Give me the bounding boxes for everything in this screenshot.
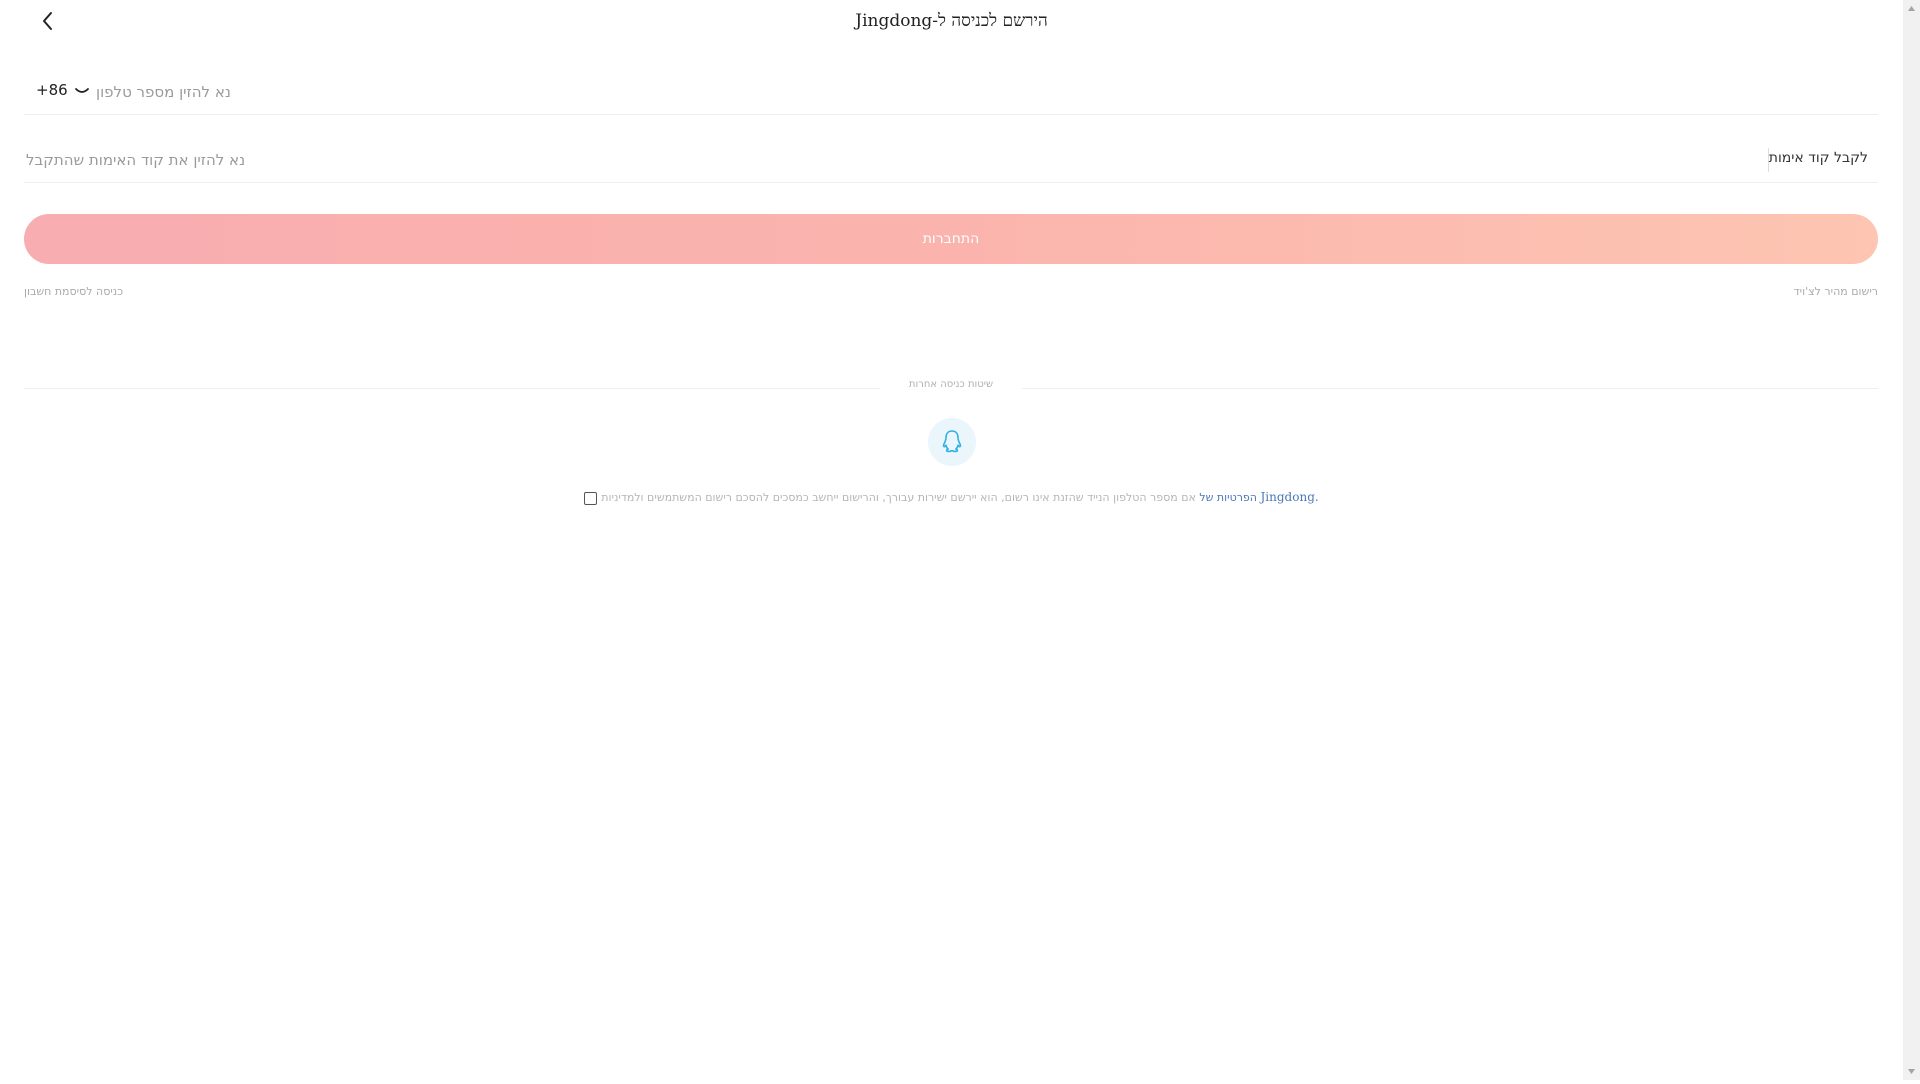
scroll-down-arrow-icon[interactable]	[1903, 1063, 1920, 1080]
agreement-prefix: אם מספר הטלפון הנייד שהזנת אינו רשום, הו…	[601, 491, 1196, 504]
chevron-down-icon[interactable]	[74, 84, 90, 100]
code-field-row: לקבל קוד אימות	[24, 138, 1878, 183]
phone-field-row: +86	[24, 70, 1878, 115]
scroll-up-arrow-icon[interactable]	[1903, 0, 1920, 17]
divider-line-right	[1022, 388, 1878, 389]
account-password-link[interactable]: כניסה לסיסמת חשבון	[24, 285, 123, 298]
get-code-button[interactable]: לקבל קוד אימות	[1769, 150, 1868, 166]
other-methods-label: שיטות כניסה אחרות	[908, 379, 994, 390]
login-button[interactable]: התחברות	[24, 214, 1878, 264]
brand-link[interactable]: Jingdong.	[1261, 490, 1319, 504]
qq-penguin-icon	[942, 430, 962, 453]
country-code-selector[interactable]: +86	[36, 81, 68, 99]
scrollbar-thumb[interactable]	[1905, 17, 1918, 1063]
verification-code-input[interactable]	[24, 144, 1728, 176]
divider-line-left	[24, 388, 880, 389]
qq-login-button[interactable]	[928, 418, 976, 466]
agreement-checkbox[interactable]	[584, 491, 598, 505]
vertical-scrollbar[interactable]	[1903, 0, 1920, 1080]
page-title: הירשם לכניסה ל-Jingdong	[855, 11, 1048, 31]
quick-register-link[interactable]: רישום מהיר לצ'ויד	[1794, 285, 1878, 298]
privacy-policy-link[interactable]: הפרטיות של	[1199, 491, 1257, 504]
phone-input[interactable]	[94, 76, 1858, 108]
agreement-text: הפרטיות של אם מספר הטלפון הנייד שהזנת אי…	[0, 490, 1903, 505]
login-page: הירשם לכניסה ל-Jingdong +86 לקבל קוד אימ…	[0, 0, 1903, 1080]
header-bar: הירשם לכניסה ל-Jingdong	[0, 0, 1903, 44]
